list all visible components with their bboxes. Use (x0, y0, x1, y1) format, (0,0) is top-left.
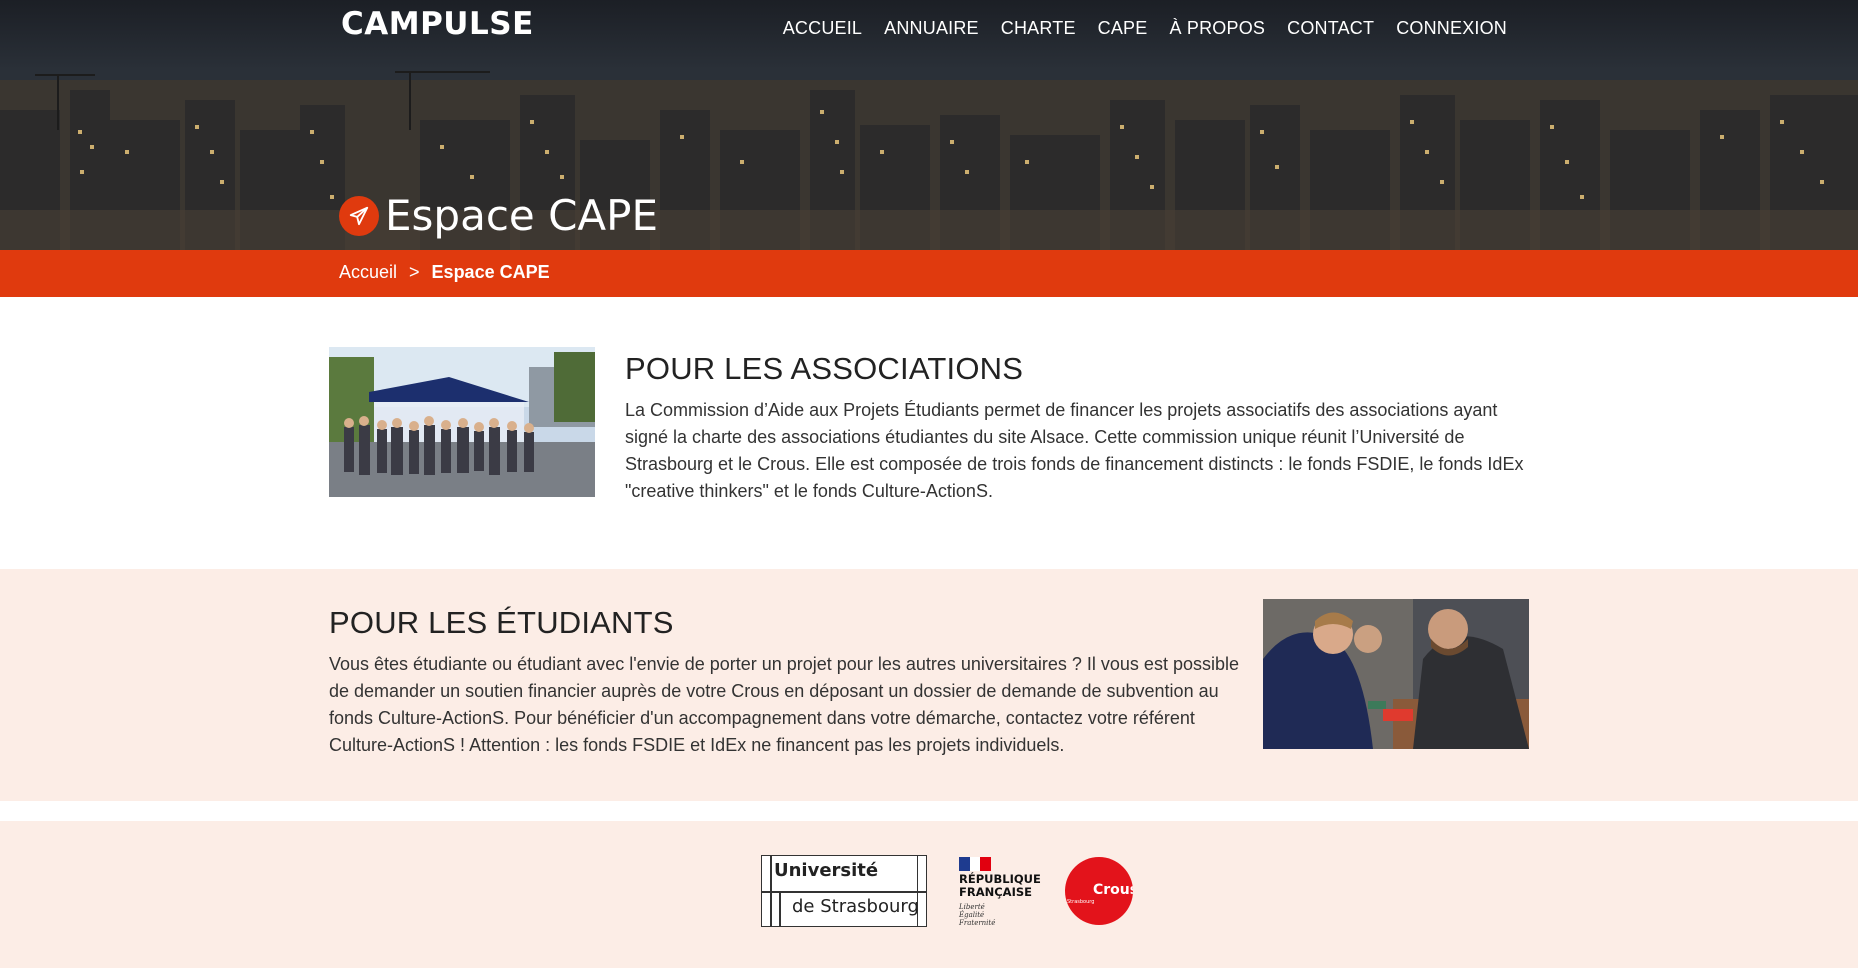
nav-connexion[interactable]: CONNEXION (1396, 18, 1507, 39)
breadcrumb-separator: > (409, 262, 420, 282)
site-logo[interactable]: CAMPULSE (341, 6, 534, 42)
rf-motto-1: Liberté (959, 903, 985, 911)
etudiants-text: Vous êtes étudiante ou étudiant avec l'e… (329, 654, 1239, 755)
breadcrumb-current: Espace CAPE (431, 262, 550, 282)
nav-annuaire[interactable]: ANNUAIRE (884, 18, 979, 39)
associations-text: La Commission d’Aide aux Projets Étudian… (625, 400, 1524, 501)
hero-banner: CAMPULSE ACCUEIL ANNUAIRE CHARTE CAPE À … (0, 0, 1858, 250)
footer-partners: Université de Strasbourg RÉPUBLIQUE FRAN… (0, 821, 1858, 968)
nav-charte[interactable]: CHARTE (1001, 18, 1076, 39)
etudiants-heading: POUR LES ÉTUDIANTS (329, 605, 674, 640)
breadcrumb-home[interactable]: Accueil (339, 262, 397, 283)
associations-photo (329, 347, 595, 497)
nav-a-propos[interactable]: À PROPOS (1169, 18, 1265, 39)
crous-logo[interactable]: Crous Strasbourg (1065, 857, 1133, 925)
crous-subtitle: Strasbourg (1067, 899, 1095, 905)
rf-line2: FRANÇAISE (959, 885, 1032, 899)
unistra-line1: Université (774, 860, 879, 881)
rf-motto-3: Fraternité (959, 919, 996, 927)
nav-accueil[interactable]: ACCUEIL (783, 18, 862, 39)
associations-heading: POUR LES ASSOCIATIONS (625, 351, 1024, 386)
nav-cape[interactable]: CAPE (1098, 18, 1148, 39)
section-etudiants: POUR LES ÉTUDIANTS Vous êtes étudiante o… (0, 569, 1858, 801)
page-title: Espace CAPE (385, 191, 659, 240)
main-nav: ACCUEIL ANNUAIRE CHARTE CAPE À PROPOS CO… (783, 18, 1507, 39)
page-header: Espace CAPE (339, 192, 658, 240)
unistra-logo[interactable]: Université de Strasbourg (761, 855, 927, 927)
breadcrumb: Accueil > Espace CAPE (0, 250, 1858, 297)
paper-plane-icon (339, 196, 379, 236)
rf-motto-2: Égalité (959, 911, 985, 919)
crous-title: Crous (1093, 882, 1133, 898)
section-associations: POUR LES ASSOCIATIONS La Commission d’Ai… (0, 297, 1858, 569)
unistra-line2: de Strasbourg (792, 896, 919, 917)
etudiants-photo (1263, 599, 1529, 749)
french-flag-icon (959, 857, 992, 871)
nav-contact[interactable]: CONTACT (1287, 18, 1374, 39)
republique-francaise-logo[interactable]: RÉPUBLIQUE FRANÇAISE Liberté Égalité Fra… (959, 855, 1041, 927)
